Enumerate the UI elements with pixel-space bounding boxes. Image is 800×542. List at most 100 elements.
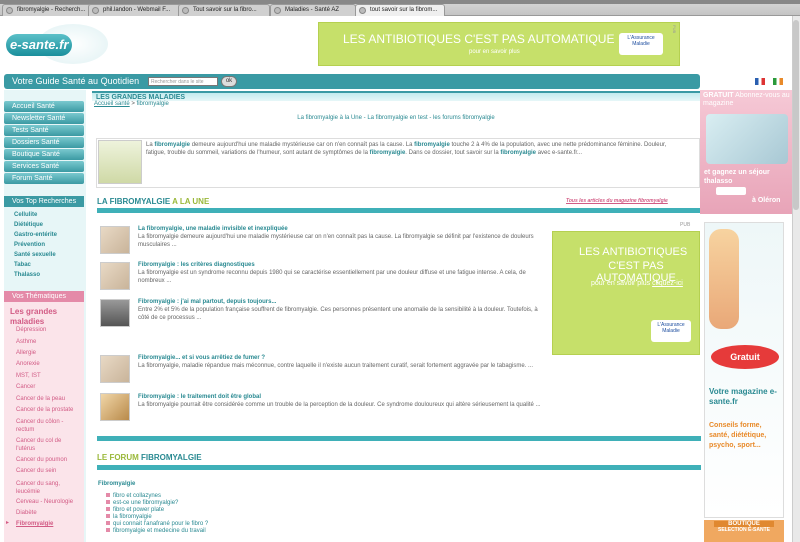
promo-thalasso[interactable]: GRATUIT Abonnez-vous au magazine et gagn…	[700, 90, 792, 214]
browser-tab[interactable]: Maladies - Santé AZ	[270, 4, 356, 16]
article-thumb[interactable]	[100, 355, 130, 383]
bullet-icon	[106, 528, 110, 532]
nav-tests[interactable]: Tests Santé	[4, 125, 84, 136]
promo-image	[706, 114, 788, 164]
ad-click-link[interactable]: cliquez-ici	[652, 280, 683, 287]
article-text: La fibromyalgie demeure aujourd'hui une …	[138, 234, 534, 248]
nav-boutique[interactable]: Boutique Santé	[4, 149, 84, 160]
intro-seg: . Dans ce dossier, tout savoir sur la	[405, 150, 501, 156]
ad-logo-text: L'Assurance Maladie	[657, 322, 685, 334]
top-search-link[interactable]: Cellulite	[14, 212, 37, 218]
theme-link[interactable]: MST, IST	[16, 373, 41, 379]
assurance-maladie-logo: L'Assurance Maladie	[651, 320, 691, 342]
theme-link[interactable]: Anorexie	[16, 361, 40, 367]
article-title[interactable]: Fibromyalgie : j'ai mal partout, depuis …	[138, 299, 276, 305]
boutique-banner[interactable]: BOUTIQUE SELECTION E-SANTE	[704, 520, 784, 542]
flag-fr-icon[interactable]	[755, 78, 765, 85]
forum-item[interactable]: fibro et collazynes	[106, 493, 161, 499]
all-articles-link[interactable]: Tous les articles du magazine fibromyalg…	[566, 198, 668, 204]
bullet-icon	[106, 500, 110, 504]
article-title[interactable]: Fibromyalgie : le traitement doit être g…	[138, 394, 261, 400]
intro-seg: demeure aujourd'hui une maladie mystérie…	[190, 142, 415, 148]
breadcrumb-sep: >	[131, 101, 135, 107]
theme-link[interactable]: Cancer du sang, leucémie	[16, 480, 76, 496]
top-search-link[interactable]: Tabac	[14, 262, 31, 268]
theme-link[interactable]: Cancer du sein	[16, 468, 56, 474]
flag-ie-icon[interactable]	[773, 78, 783, 85]
intro-keyword: fibromyalgie	[500, 150, 537, 156]
theme-link-current[interactable]: Fibromyalgie	[16, 521, 53, 527]
article-thumb[interactable]	[100, 262, 130, 290]
theme-link[interactable]: Asthme	[16, 339, 36, 345]
promo-text: et gagnez un séjour thalasso	[704, 169, 770, 185]
breadcrumb-home[interactable]: Accueil santé	[94, 101, 130, 107]
tab-label: phil.landon - Webmail F...	[103, 7, 171, 13]
current-arrow-icon: ▸	[6, 520, 10, 526]
theme-link[interactable]: Cancer du poumon	[16, 457, 67, 463]
logo-text: e-sante.fr	[10, 37, 69, 52]
bullet-icon	[106, 521, 110, 525]
top-search-link[interactable]: Santé sexuelle	[14, 252, 56, 258]
site-logo[interactable]: e-sante.fr	[6, 34, 72, 56]
search-go-button[interactable]: ok	[221, 76, 237, 87]
top-ad-banner[interactable]: LES ANTIBIOTIQUES C'EST PAS AUTOMATIQUE …	[318, 22, 680, 66]
article-thumb[interactable]	[100, 299, 130, 327]
forum-item[interactable]: est-ce une fibromyalgie?	[106, 500, 178, 506]
browser-tab[interactable]: Tout savoir sur la fibro...	[178, 4, 270, 16]
themes-group-title: Les grandes maladies	[10, 307, 58, 326]
tab-label: tout savoir sur la fibrom...	[370, 7, 438, 13]
forum-item[interactable]: la fibromyalgie	[106, 514, 152, 520]
theme-link[interactable]: Dépression	[16, 327, 46, 333]
article-title[interactable]: Fibromyalgie... et si vous arrêtiez de f…	[138, 355, 265, 361]
article-title[interactable]: La fibromyalgie, une maladie invisible e…	[138, 226, 288, 232]
tab-label: Maladies - Santé AZ	[285, 7, 340, 13]
forum-item[interactable]: fibromyalgie et medecine du travail	[106, 528, 206, 534]
theme-link[interactable]: Allergie	[16, 350, 36, 356]
intro-keyword: fibromyalgie	[414, 142, 450, 148]
nav-dossiers[interactable]: Dossiers Santé	[4, 137, 84, 148]
top-search-link[interactable]: Diététique	[14, 222, 43, 228]
browser-tab[interactable]: phil.landon - Webmail F...	[88, 4, 186, 16]
theme-link[interactable]: Diabète	[16, 510, 37, 516]
top-search-link[interactable]: Prévention	[14, 242, 45, 248]
theme-link[interactable]: Cancer du côlon - rectum	[16, 418, 76, 434]
section-divider	[97, 465, 701, 470]
nav-forum[interactable]: Forum Santé	[4, 173, 84, 184]
article-title[interactable]: Fibromyalgie : les critères diagnostique…	[138, 262, 255, 268]
nav-newsletter[interactable]: Newsletter Santé	[4, 113, 84, 124]
scrollbar-thumb[interactable]	[793, 20, 799, 210]
theme-link[interactable]: Cancer du col de l'utérus	[16, 437, 76, 453]
article-thumb[interactable]	[100, 226, 130, 254]
forum-item-label: qui connait l'anafrané pour le fibro ?	[113, 521, 209, 527]
theme-link[interactable]: Cancer de la prostate	[16, 407, 73, 413]
ad-headline: LES ANTIBIOTIQUES	[579, 246, 688, 258]
promo-text: Conseils forme, santé, diététique, psych…	[709, 422, 767, 449]
promo-magazine[interactable]: Gratuit Votre magazine e-sante.fr Consei…	[704, 222, 784, 518]
forum-item[interactable]: qui connait l'anafrané pour le fibro ?	[106, 521, 208, 527]
theme-link[interactable]: Cancer	[16, 384, 35, 390]
forum-heading-b: FIBROMYALGIE	[138, 453, 202, 462]
bullet-icon	[106, 507, 110, 511]
mid-ad-banner[interactable]: LES ANTIBIOTIQUES C'EST PAS AUTOMATIQUE …	[552, 231, 700, 355]
top-search-link[interactable]: Gastro-entérite	[14, 232, 57, 238]
theme-link[interactable]: Cerveau - Neurologie	[16, 499, 73, 505]
article-thumb[interactable]	[100, 393, 130, 421]
forum-item[interactable]: fibro et power plate	[106, 507, 164, 513]
promo-free: GRATUIT	[703, 92, 734, 99]
browser-tab-active[interactable]: tout savoir sur la fibrom...	[355, 4, 445, 16]
search-input[interactable]: Rechercher dans le site	[148, 77, 218, 86]
une-heading-a: LA FIBROMYALGIE	[97, 197, 171, 206]
dossier-sublinks[interactable]: La fibromyalgie à la Une - La fibromyalg…	[92, 115, 700, 121]
nav-services[interactable]: Services Santé	[4, 161, 84, 172]
browser-tab[interactable]: fibromyalgie - Recherch...	[2, 4, 102, 16]
top-search-link[interactable]: Thalasso	[14, 272, 40, 278]
ad-subline: pour en savoir plus	[469, 49, 520, 55]
forum-item-label: est-ce une fibromyalgie?	[113, 500, 179, 506]
une-heading: LA FIBROMYALGIE A LA UNE	[97, 197, 209, 206]
breadcrumb-current: fibromyalgie	[136, 101, 169, 107]
theme-link[interactable]: Cancer de la peau	[16, 396, 65, 402]
intro-seg: avec e-sante.fr...	[536, 150, 583, 156]
promo-title: Votre magazine e-sante.fr	[709, 387, 777, 406]
bullet-icon	[106, 514, 110, 518]
nav-accueil[interactable]: Accueil Santé	[4, 101, 84, 112]
